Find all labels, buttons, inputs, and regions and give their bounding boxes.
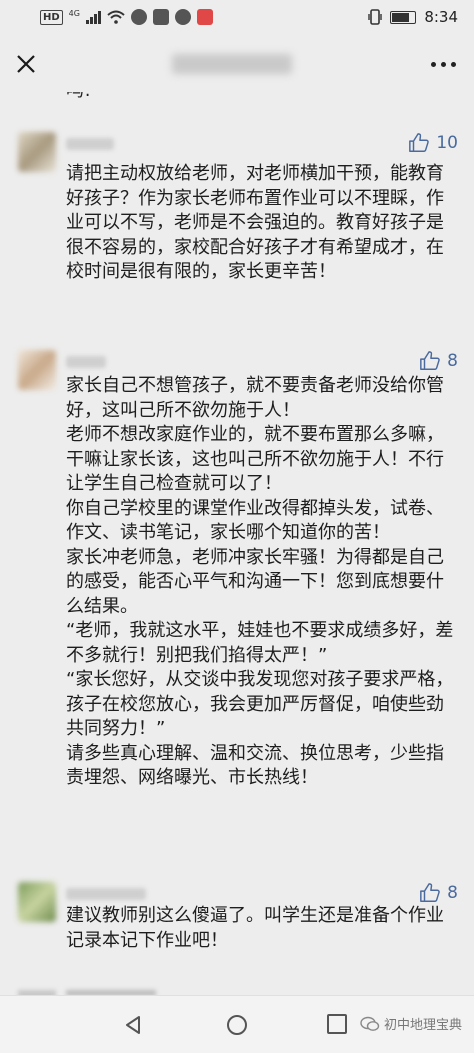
close-icon[interactable]	[14, 52, 38, 76]
chat-icon	[174, 9, 191, 25]
commenter-name[interactable]	[66, 356, 106, 368]
watermark-text: 初中地理宝典	[383, 1018, 462, 1033]
like-button[interactable]: 8	[419, 882, 458, 904]
app-icon	[152, 9, 169, 25]
avatar[interactable]	[18, 350, 56, 390]
comment-text: 请把主动权放给老师，对老师横加干预，能教育好孩子？作为家长老师布置作业可以不理睬…	[66, 163, 444, 282]
battery-icon	[390, 10, 417, 24]
comment-list[interactable]: 吗! 10 请把主动权放给老师，对老师横加干预，能教育好孩子？作为家长老师布置作…	[0, 92, 474, 995]
vibrate-icon	[368, 9, 383, 25]
home-icon[interactable]	[226, 1014, 248, 1036]
notification-icon	[196, 9, 213, 25]
comment-text: 家长自己不想管孩子，就不要责备老师没给你管好，这叫己所不欲勿施于人！ 老师不想改…	[66, 375, 454, 788]
commenter-name[interactable]	[66, 138, 114, 150]
clock: 8:34	[424, 8, 458, 26]
qq-icon	[130, 9, 147, 25]
avatar[interactable]	[18, 882, 56, 922]
thumbs-up-icon	[420, 883, 440, 902]
like-count: 8	[447, 883, 458, 903]
signal-icon	[85, 10, 101, 24]
like-button[interactable]: 8	[419, 350, 458, 372]
like-count: 8	[447, 351, 458, 371]
network-type: 4G	[68, 8, 80, 18]
status-right: 8:34	[368, 8, 458, 26]
like-count: 10	[436, 133, 458, 153]
back-icon[interactable]	[122, 1014, 144, 1036]
wifi-icon	[107, 10, 125, 24]
status-left: HD 4G	[40, 9, 213, 25]
cutoff-text: 吗!	[66, 92, 91, 102]
thumbs-up-icon	[409, 133, 430, 152]
recent-apps-icon[interactable]	[327, 1014, 347, 1034]
page-title	[172, 54, 292, 74]
nav-bar	[0, 36, 474, 92]
hd-badge: HD	[40, 9, 63, 25]
more-icon[interactable]	[431, 62, 456, 67]
like-button[interactable]: 10	[408, 132, 458, 154]
comment-text: 建议教师别这么傻逼了。叫学生还是准备个作业记录本记下作业吧！	[66, 905, 444, 951]
system-nav-bar: 初中地理宝典	[0, 995, 474, 1053]
thumbs-up-icon	[420, 351, 440, 370]
avatar[interactable]	[18, 132, 56, 172]
watermark: 初中地理宝典	[360, 1014, 462, 1033]
status-bar: HD 4G 8:34	[0, 0, 474, 36]
wechat-icon	[360, 1016, 380, 1031]
commenter-name[interactable]	[66, 888, 146, 900]
